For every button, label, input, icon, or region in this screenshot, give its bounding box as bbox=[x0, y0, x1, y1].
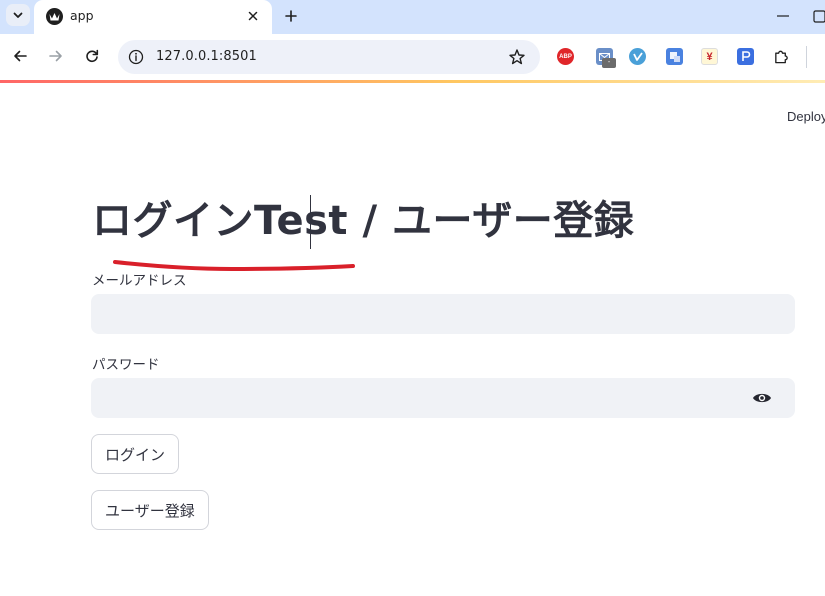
url-text[interactable]: 127.0.0.1:8501 bbox=[156, 49, 257, 64]
site-info-icon[interactable] bbox=[128, 49, 144, 65]
register-button[interactable]: ユーザー登録 bbox=[91, 490, 209, 530]
close-tab-icon[interactable] bbox=[244, 7, 262, 25]
email-field[interactable] bbox=[91, 294, 795, 334]
bookmark-star-icon[interactable] bbox=[508, 48, 526, 66]
login-button[interactable]: ログイン bbox=[91, 434, 180, 474]
forward-arrow-icon[interactable] bbox=[45, 45, 67, 67]
address-bar[interactable]: 127.0.0.1:8501 bbox=[118, 40, 540, 74]
tab-title: app bbox=[70, 8, 94, 23]
adblock-extension-icon[interactable]: ABP bbox=[557, 48, 574, 65]
chevron-down-icon bbox=[13, 12, 23, 18]
page-title: ログインTest / ユーザー登録 bbox=[92, 198, 635, 244]
new-tab-plus-icon[interactable] bbox=[280, 5, 302, 27]
back-arrow-icon[interactable] bbox=[9, 45, 31, 67]
browser-tabstrip: app bbox=[0, 0, 825, 34]
google-translate-extension-icon[interactable] bbox=[666, 48, 683, 65]
password-label: パスワード bbox=[92, 357, 160, 373]
show-password-eye-icon[interactable] bbox=[750, 388, 774, 408]
extension-badge: - bbox=[602, 58, 616, 68]
tab-search-button[interactable] bbox=[6, 4, 30, 26]
page-top-decoration-bar bbox=[0, 80, 825, 83]
email-label: メールアドレス bbox=[92, 273, 187, 289]
maximize-window-icon[interactable] bbox=[812, 5, 825, 27]
toolbar-separator bbox=[806, 46, 807, 68]
browser-tab-active[interactable]: app bbox=[34, 0, 272, 34]
streamlit-favicon-icon bbox=[46, 8, 63, 25]
minimize-window-icon[interactable] bbox=[772, 5, 794, 27]
password-field[interactable] bbox=[91, 378, 795, 418]
reload-icon[interactable] bbox=[81, 45, 103, 67]
extensions-puzzle-icon[interactable] bbox=[773, 47, 790, 64]
deploy-button[interactable]: Deploy bbox=[787, 109, 825, 124]
browser-toolbar: 127.0.0.1:8501 ABP - ¥ bbox=[0, 34, 825, 80]
yen-extension-icon[interactable]: ¥ bbox=[701, 48, 718, 65]
p-extension-icon[interactable] bbox=[737, 48, 754, 65]
text-cursor bbox=[310, 195, 311, 249]
vimeo-extension-icon[interactable] bbox=[629, 48, 646, 65]
